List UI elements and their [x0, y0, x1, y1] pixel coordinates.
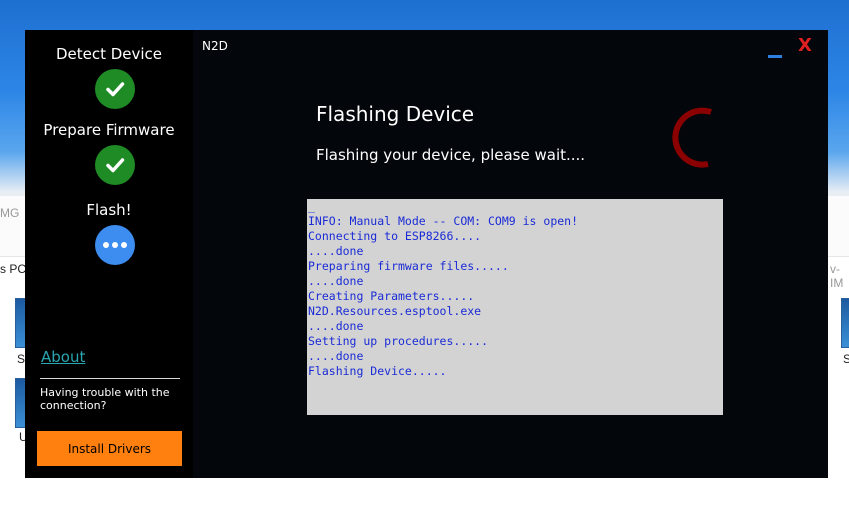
- page-title: Flashing Device: [316, 102, 475, 126]
- n2d-app-window: Detect Device Prepare Firmware Flash! Ab…: [25, 30, 828, 478]
- step-label-prepare-firmware: Prepare Firmware: [43, 121, 175, 139]
- log-line: Flashing Device.....: [308, 364, 447, 378]
- step-label-detect-device: Detect Device: [55, 45, 163, 63]
- log-line: _: [308, 199, 315, 213]
- main-content: N2D X Flashing Device Flashing your devi…: [193, 30, 828, 478]
- log-line: Setting up procedures.....: [308, 334, 489, 348]
- log-line: ....done: [308, 349, 364, 363]
- dots-icon: [95, 225, 135, 265]
- log-line: INFO: Manual Mode -- COM: COM9 is open!: [308, 214, 579, 228]
- check-icon: [95, 69, 135, 109]
- log-line: Preparing firmware files.....: [308, 259, 509, 273]
- log-line: ....done: [308, 244, 364, 258]
- step-label-flash: Flash!: [86, 201, 132, 219]
- background-text-fragment: S: [843, 352, 849, 366]
- background-text-fragment: v-IM: [830, 262, 844, 290]
- flash-log-console[interactable]: _ INFO: Manual Mode -- COM: COM9 is open…: [307, 199, 723, 415]
- close-button[interactable]: X: [798, 35, 812, 56]
- status-message: Flashing your device, please wait....: [316, 146, 586, 164]
- check-icon: [95, 145, 135, 185]
- log-line: Creating Parameters.....: [308, 289, 475, 303]
- sidebar-divider: [40, 378, 180, 379]
- minimize-button[interactable]: [768, 46, 782, 60]
- background-text-fragment: MG: [0, 206, 20, 220]
- progress-sidebar: Detect Device Prepare Firmware Flash! Ab…: [25, 30, 193, 478]
- window-title: N2D: [202, 39, 228, 53]
- install-drivers-button[interactable]: Install Drivers: [37, 431, 182, 466]
- log-line: Connecting to ESP8266....: [308, 229, 482, 243]
- log-line: N2D.Resources.esptool.exe: [308, 304, 482, 318]
- log-line: ....done: [308, 274, 364, 288]
- connection-help-text: Having trouble with the connection?: [40, 386, 170, 412]
- background-text-fragment: s PC: [0, 262, 27, 276]
- spinner-icon: [672, 107, 712, 168]
- about-link[interactable]: About: [41, 348, 85, 366]
- background-desktop-tile: [841, 298, 849, 348]
- log-line: ....done: [308, 319, 364, 333]
